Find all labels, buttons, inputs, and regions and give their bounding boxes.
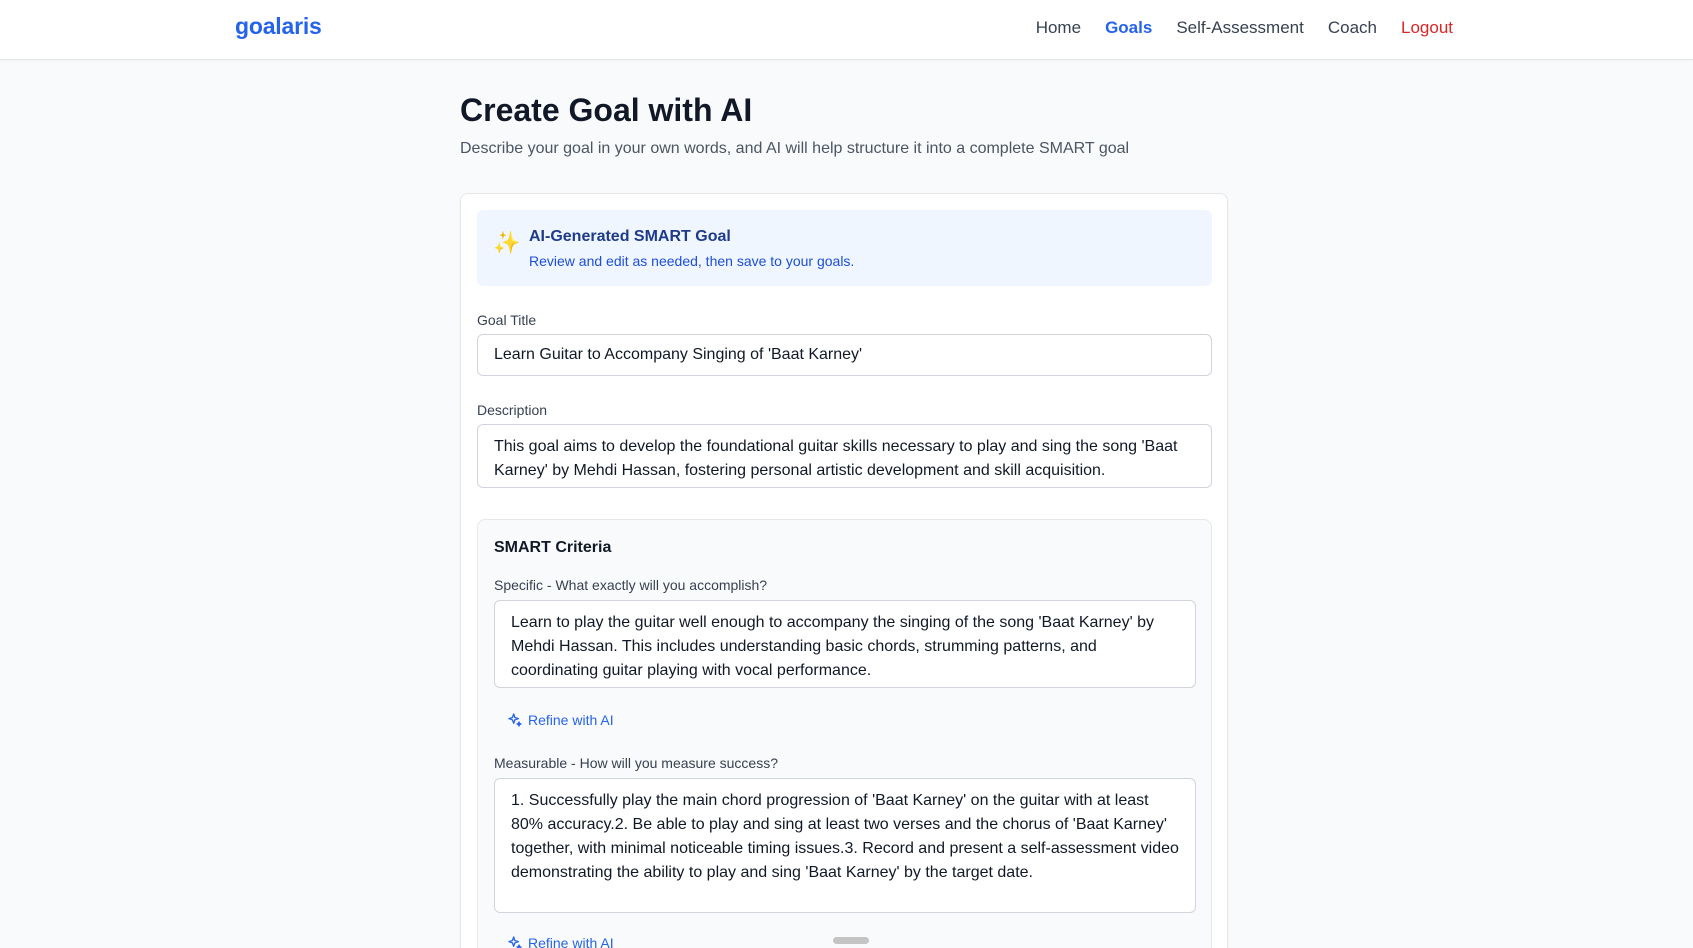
nav-item-home[interactable]: Home — [1036, 18, 1081, 38]
measurable-label: Measurable - How will you measure succes… — [494, 755, 778, 771]
nav-item-self-assessment[interactable]: Self-Assessment — [1176, 18, 1304, 38]
description-label: Description — [477, 402, 548, 418]
ai-banner-title: AI-Generated SMART Goal — [529, 228, 731, 245]
brand-logo[interactable]: goalaris — [235, 13, 322, 40]
main-nav: Home Goals Self-Assessment Coach Logout — [1036, 18, 1453, 38]
refine-measurable-button[interactable]: Refine with AI — [507, 935, 614, 948]
refine-specific-button[interactable]: Refine with AI — [507, 712, 614, 728]
ai-generated-banner: ✨ AI-Generated SMART Goal Review and edi… — [477, 210, 1212, 286]
goal-title-input[interactable] — [477, 334, 1212, 376]
page-title: Create Goal with AI — [460, 92, 753, 128]
refine-specific-label: Refine with AI — [528, 712, 614, 728]
logout-link[interactable]: Logout — [1401, 18, 1453, 38]
goal-form-card: ✨ AI-Generated SMART Goal Review and edi… — [460, 193, 1228, 948]
scroll-handle[interactable] — [833, 937, 869, 944]
ai-banner-subtitle: Review and edit as needed, then save to … — [529, 253, 855, 269]
specific-textarea[interactable]: Learn to play the guitar well enough to … — [494, 600, 1196, 688]
sparkle-refine-icon — [508, 936, 522, 948]
smart-criteria-title: SMART Criteria — [494, 539, 612, 556]
top-navbar: goalaris Home Goals Self-Assessment Coac… — [0, 0, 1693, 60]
smart-criteria-section: SMART Criteria Specific - What exactly w… — [477, 519, 1212, 948]
specific-label: Specific - What exactly will you accompl… — [494, 577, 768, 593]
refine-measurable-label: Refine with AI — [528, 935, 614, 948]
page-subtitle: Describe your goal in your own words, an… — [460, 140, 1130, 157]
description-textarea[interactable]: This goal aims to develop the foundation… — [477, 424, 1212, 488]
measurable-textarea[interactable]: 1. Successfully play the main chord prog… — [494, 778, 1196, 913]
nav-item-coach[interactable]: Coach — [1328, 18, 1377, 38]
sparkles-icon: ✨ — [493, 230, 521, 255]
goal-title-label: Goal Title — [477, 312, 537, 328]
sparkle-refine-icon — [508, 713, 522, 727]
nav-item-goals[interactable]: Goals — [1105, 18, 1152, 38]
